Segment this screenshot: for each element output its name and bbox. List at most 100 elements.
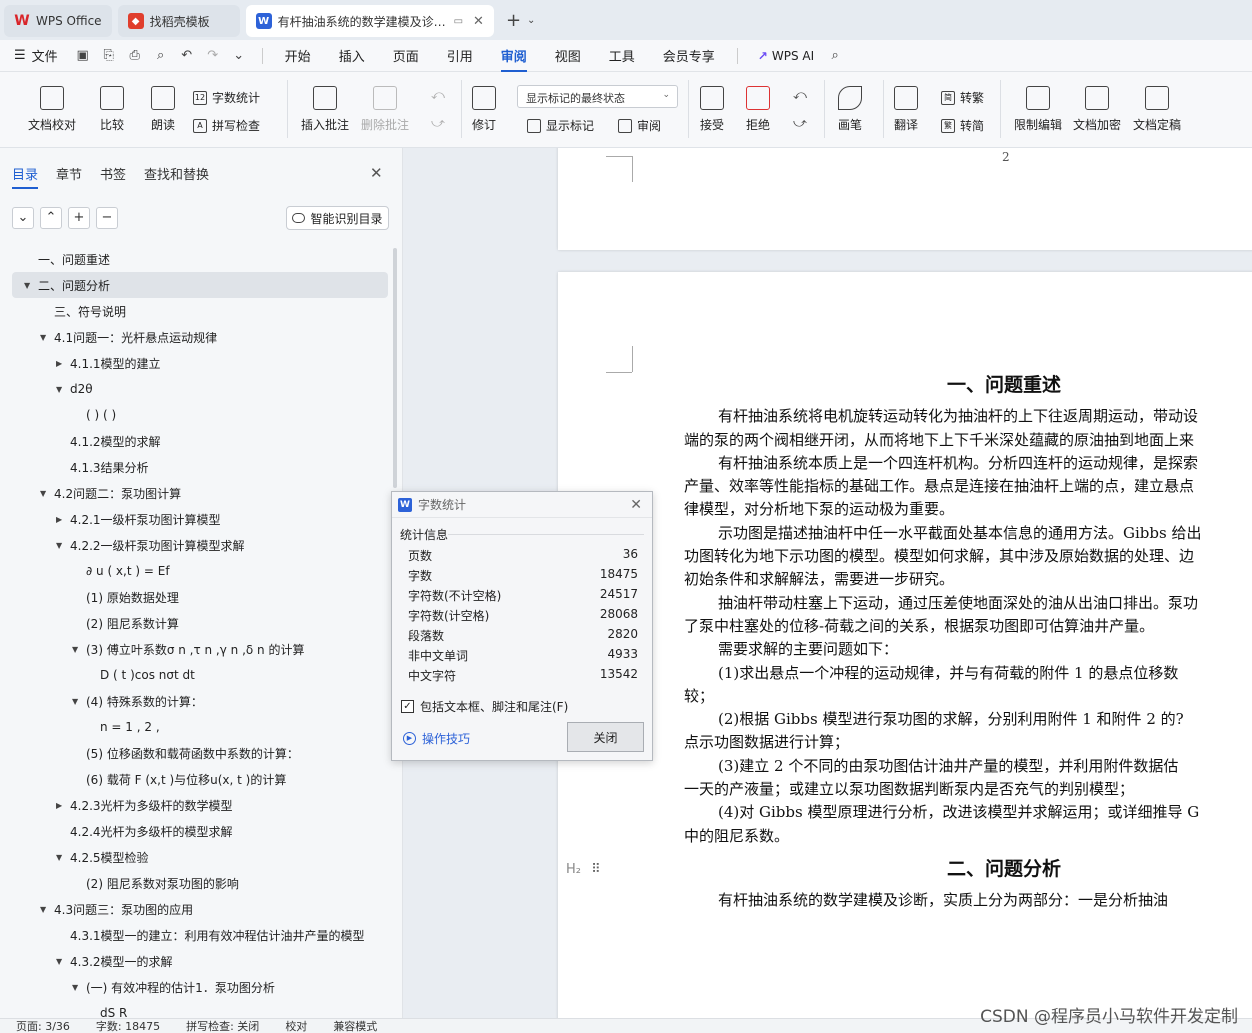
toc-item[interactable]: ▶ 4.2.1一级杆泵功图计算模型: [0, 506, 392, 532]
tips-link[interactable]: ▶ 操作技巧: [403, 730, 470, 747]
document-body[interactable]: 一、问题重述 有杆抽油系统将电机旋转运动转化为抽油杆的上下往返周期运动，带动设端…: [684, 370, 1252, 913]
close-icon[interactable]: ✕: [473, 14, 484, 29]
close-icon[interactable]: ✕: [370, 164, 383, 182]
to-simplified-button[interactable]: 繁 转简: [941, 117, 984, 134]
toc-item[interactable]: 4.3.1模型一的建立：利用有效冲程估计油井产量的模型: [0, 922, 392, 948]
menu-member[interactable]: 会员专享: [663, 46, 715, 65]
caret-down-icon[interactable]: ▼: [56, 541, 62, 550]
scrollbar[interactable]: [393, 248, 397, 488]
collapse-up-button[interactable]: ⌃: [40, 207, 62, 229]
toc-item[interactable]: ▼ d2θ: [0, 376, 392, 402]
add-heading-button[interactable]: +: [68, 207, 90, 229]
caret-down-icon[interactable]: ▼: [56, 957, 62, 966]
accept-button[interactable]: 接受: [700, 86, 724, 133]
menu-references[interactable]: 引用: [447, 46, 473, 65]
tab-toc[interactable]: 目录: [12, 164, 39, 189]
menu-home[interactable]: 开始: [285, 46, 311, 65]
caret-down-icon[interactable]: ▼: [40, 489, 46, 498]
tab-bookmarks[interactable]: 书签: [100, 164, 126, 183]
toc-item[interactable]: (5) 位移函数和载荷函数中系数的计算：: [0, 740, 392, 766]
toc-item[interactable]: ▼ 4.2.5模型检验: [0, 844, 392, 870]
menu-page[interactable]: 页面: [393, 46, 419, 65]
revise-button[interactable]: 修订: [472, 86, 496, 133]
caret-right-icon[interactable]: ▶: [56, 515, 62, 524]
heading-level-marker[interactable]: H₂ ⠿: [566, 862, 601, 877]
menu-tools[interactable]: 工具: [609, 46, 635, 65]
file-menu[interactable]: ☰ 文件: [14, 46, 58, 65]
toc-item[interactable]: 4.2.4光杆为多级杆的模型求解: [0, 818, 392, 844]
toc-item[interactable]: D ( t )cos nσt dt: [0, 662, 392, 688]
toc-item[interactable]: ▼ (3) 傅立叶系数σ n ,τ n ,γ n ,δ n 的计算: [0, 636, 392, 662]
toc-item[interactable]: ▶ 4.2.3光杆为多级杆的数学模型: [0, 792, 392, 818]
toc-item[interactable]: ▼ 二、问题分析: [12, 272, 388, 298]
next-change-icon[interactable]: ⤻: [789, 116, 811, 131]
restrict-edit-button[interactable]: 限制编辑: [1014, 86, 1062, 133]
toc-item[interactable]: ▼ 4.3问题三：泵功图的应用: [0, 896, 392, 922]
delete-comment-button[interactable]: 删除批注: [361, 86, 409, 133]
undo-icon[interactable]: ↶: [176, 48, 198, 63]
caret-down-icon[interactable]: ▼: [72, 645, 78, 654]
redo-icon[interactable]: ↷: [202, 48, 224, 63]
doc-check-button[interactable]: 文档校对: [28, 86, 76, 133]
add-tab-icon[interactable]: +: [506, 10, 521, 31]
spell-check-button[interactable]: A 拼写检查: [193, 117, 260, 134]
tab-document[interactable]: W 有杆抽油系统的数学建模及诊… ▭ ✕: [245, 5, 494, 37]
menu-insert[interactable]: 插入: [339, 46, 365, 65]
close-button[interactable]: 关闭: [567, 722, 644, 752]
insert-comment-button[interactable]: 插入批注: [301, 86, 349, 133]
chevron-down-icon[interactable]: ⌄: [527, 15, 535, 26]
read-aloud-button[interactable]: 朗读: [151, 86, 175, 133]
include-textbox-checkbox[interactable]: ✓ 包括文本框、脚注和尾注(F): [401, 698, 568, 715]
menu-review[interactable]: 审阅: [500, 46, 527, 72]
word-count-indicator[interactable]: 字数: 18475: [96, 1018, 160, 1033]
toc-item[interactable]: (2) 阻尼系数对泵功图的影响: [0, 870, 392, 896]
caret-down-icon[interactable]: ▼: [40, 333, 46, 342]
dialog-titlebar[interactable]: W 字数统计: [392, 492, 652, 518]
toc-item[interactable]: ∂ u ( x,t ) = Ef: [0, 558, 392, 584]
drag-handle-icon[interactable]: ⠿: [591, 862, 600, 877]
encrypt-button[interactable]: 文档加密: [1073, 86, 1121, 133]
toc-item[interactable]: (6) 载荷 F (x,t )与位移u(x, t )的计算: [0, 766, 392, 792]
search-icon[interactable]: ⌕: [824, 48, 846, 63]
save-icon[interactable]: ▣: [72, 48, 94, 63]
monitor-icon[interactable]: ▭: [454, 16, 463, 27]
caret-down-icon[interactable]: ▼: [24, 281, 30, 290]
caret-down-icon[interactable]: ▼: [56, 853, 62, 862]
prev-change-icon[interactable]: ⤺: [789, 88, 811, 103]
chevron-down-icon[interactable]: ⌄: [228, 48, 250, 63]
markup-state-select[interactable]: 显示标记的最终状态 ⌄: [517, 85, 678, 108]
tab-templates[interactable]: ◆ 找稻壳模板: [117, 5, 240, 37]
toc-item[interactable]: ▼ (一) 有效冲程的估计1．泵功图分析: [0, 974, 392, 1000]
toc-item[interactable]: 4.1.2模型的求解: [0, 428, 392, 454]
pen-button[interactable]: 画笔: [838, 86, 862, 133]
close-icon[interactable]: ✕: [630, 497, 642, 513]
tab-chapters[interactable]: 章节: [56, 164, 82, 183]
review-pane-button[interactable]: 审阅: [618, 117, 661, 134]
wps-ai-button[interactable]: ↗ WPS AI: [758, 49, 814, 63]
show-markup-button[interactable]: 显示标记: [527, 117, 594, 134]
toc-item[interactable]: 三、符号说明: [0, 298, 392, 324]
caret-down-icon[interactable]: ▼: [72, 697, 78, 706]
toc-item[interactable]: ▼ 4.2问题二：泵功图计算: [0, 480, 392, 506]
toc-item[interactable]: ▼ 4.3.2模型一的求解: [0, 948, 392, 974]
smart-toc-button[interactable]: 智能识别目录: [286, 206, 389, 230]
tab-find-replace[interactable]: 查找和替换: [144, 164, 209, 183]
toc-item[interactable]: (1) 原始数据处理: [0, 584, 392, 610]
toc-item[interactable]: ▼ 4.1问题一：光杆悬点运动规律: [0, 324, 392, 350]
tab-wps-office[interactable]: W WPS Office: [4, 5, 112, 37]
caret-down-icon[interactable]: ▼: [56, 385, 62, 394]
page-indicator[interactable]: 页面: 3/36: [16, 1018, 70, 1033]
export-icon[interactable]: ⎘: [98, 48, 120, 63]
spell-check-status[interactable]: 拼写检查: 关闭: [186, 1018, 259, 1033]
caret-right-icon[interactable]: ▶: [56, 359, 62, 368]
caret-down-icon[interactable]: ▼: [40, 905, 46, 914]
to-traditional-button[interactable]: 简 转繁: [941, 89, 984, 106]
toc-item[interactable]: ▼ 4.2.2一级杆泵功图计算模型求解: [0, 532, 392, 558]
toc-item[interactable]: 4.1.3结果分析: [0, 454, 392, 480]
menu-view[interactable]: 视图: [555, 46, 581, 65]
toc-item[interactable]: ( ) ( ): [0, 402, 392, 428]
reject-button[interactable]: 拒绝: [746, 86, 770, 133]
compare-button[interactable]: 比较: [100, 86, 124, 133]
toc-item[interactable]: (2) 阻尼系数计算: [0, 610, 392, 636]
remove-heading-button[interactable]: −: [96, 207, 118, 229]
